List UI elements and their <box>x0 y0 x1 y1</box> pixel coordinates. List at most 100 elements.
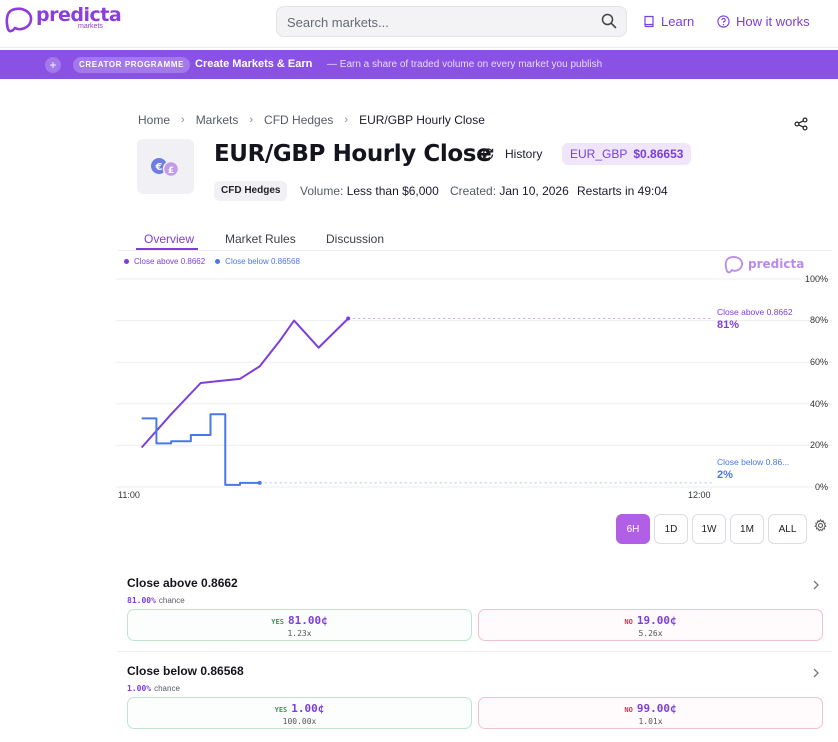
created-label: Created: <box>450 184 497 198</box>
chevron-right-icon: › <box>344 114 349 126</box>
brand-sub: markets <box>78 23 103 30</box>
svg-text:€: € <box>155 162 163 173</box>
chance-word: chance <box>158 596 185 605</box>
search-box[interactable] <box>276 6 627 37</box>
plus-icon: + <box>45 57 61 73</box>
breadcrumb-category[interactable]: CFD Hedges <box>264 113 333 127</box>
y-tick-label: 100% <box>804 274 828 284</box>
yes-multiplier: 100.00x <box>282 717 317 726</box>
y-tick-label: 0% <box>814 482 828 492</box>
volume-label: Volume: <box>300 184 344 198</box>
share-button[interactable] <box>794 117 808 136</box>
category-tag[interactable]: CFD Hedges <box>214 181 288 201</box>
market-avatar: € £ <box>137 139 194 194</box>
breadcrumb-current: EUR/GBP Hourly Close <box>359 113 485 127</box>
range-all-button[interactable]: ALL <box>768 514 807 544</box>
chevron-right-icon[interactable] <box>812 578 820 596</box>
no-label: NO <box>624 618 633 626</box>
series-line-above <box>140 317 349 449</box>
banner-pill: CREATOR PROGRAMME <box>73 57 191 73</box>
series-end-value-above: 81% <box>717 319 740 331</box>
how-it-works-link[interactable]: How it works <box>717 14 810 29</box>
outcome-divider <box>118 651 832 652</box>
range-1d-button[interactable]: 1D <box>654 514 688 544</box>
history-label: History <box>505 147 543 161</box>
watermark-word: predicta <box>748 257 805 271</box>
outcome-name: Close below 0.86568 <box>127 664 244 678</box>
no-multiplier: 5.26x <box>638 629 663 638</box>
time-range-selector: 6H 1D 1W 1M ALL <box>616 514 807 544</box>
ticker-price: $0.86653 <box>633 147 684 161</box>
range-6h-button[interactable]: 6H <box>616 514 650 544</box>
refresh-icon <box>482 148 494 160</box>
outcome-chance: 81.00% chance <box>127 596 185 605</box>
buy-no-button[interactable]: NO 19.00¢ 5.26x <box>478 609 823 641</box>
breadcrumb-home[interactable]: Home <box>138 113 170 127</box>
active-tab-indicator <box>136 248 198 250</box>
yes-multiplier: 1.23x <box>287 629 312 638</box>
buy-no-button[interactable]: NO 99.00¢ 1.01x <box>478 697 823 729</box>
search-input[interactable] <box>287 13 587 31</box>
series-end-point <box>346 316 351 321</box>
currency-icon: € £ <box>151 158 180 178</box>
created-value: Jan 10, 2026 <box>499 184 569 198</box>
x-tick-label: 11:00 <box>118 490 140 500</box>
breadcrumb-markets[interactable]: Markets <box>196 113 239 127</box>
y-tick-label: 20% <box>809 440 828 450</box>
outcome-chance: 1.00% chance <box>127 684 180 693</box>
no-price: 99.00¢ <box>636 702 677 715</box>
learn-link[interactable]: Learn <box>643 14 694 29</box>
gear-icon <box>814 518 827 532</box>
series-end-label-below: Close below 0.86... <box>717 457 790 467</box>
created-info: Created: Jan 10, 2026 <box>450 184 569 198</box>
no-multiplier: 1.01x <box>638 717 663 726</box>
ticker-symbol: EUR_GBP <box>570 147 628 161</box>
outcome-name: Close above 0.8662 <box>127 576 238 590</box>
range-1w-button[interactable]: 1W <box>692 514 726 544</box>
yes-label: YES <box>271 618 284 626</box>
chart-settings-button[interactable] <box>814 518 827 537</box>
banner-headline: Create Markets & Earn <box>195 58 313 70</box>
market-tabs: Overview Market Rules Discussion <box>118 229 832 251</box>
price-chart[interactable]: Close above 0.8662 Close below 0.86568 p… <box>116 252 832 508</box>
chance-word: chance <box>154 684 180 693</box>
y-tick-label: 80% <box>809 315 828 325</box>
search-icon[interactable] <box>601 13 617 34</box>
chance-percent: 1.00% <box>127 684 152 693</box>
chance-percent: 81.00% <box>127 596 156 605</box>
chevron-right-icon: › <box>181 114 185 126</box>
history-button[interactable]: History <box>481 147 542 161</box>
yes-price: 1.00¢ <box>291 702 325 715</box>
banner-subtext: — Earn a share of traded volume on every… <box>327 59 603 70</box>
range-1m-button[interactable]: 1M <box>730 514 764 544</box>
yes-label: YES <box>274 706 288 714</box>
book-icon <box>644 15 654 28</box>
no-price: 19.00¢ <box>636 614 677 627</box>
tab-overview[interactable]: Overview <box>144 232 194 246</box>
learn-label: Learn <box>661 14 695 29</box>
creator-programme-banner[interactable]: + CREATOR PROGRAMME Create Markets & Ear… <box>0 50 838 79</box>
series-line-below <box>141 413 260 486</box>
series-end-point <box>257 480 262 485</box>
page-title: EUR/GBP Hourly Close <box>214 141 492 167</box>
volume-value: Less than $6,000 <box>346 184 439 198</box>
tab-market-rules[interactable]: Market Rules <box>225 232 296 246</box>
breadcrumb: Home › Markets › CFD Hedges › EUR/GBP Ho… <box>138 113 485 127</box>
predicta-logo[interactable]: predicta markets <box>4 4 122 34</box>
restart-countdown: Restarts in 49:04 <box>577 184 668 198</box>
series-end-value-below: 2% <box>717 469 733 481</box>
x-tick-label: 12:00 <box>688 490 711 500</box>
buy-yes-button[interactable]: YES 1.00¢ 100.00x <box>127 697 472 729</box>
buy-yes-button[interactable]: YES 81.00¢ 1.23x <box>127 609 472 641</box>
share-icon <box>794 117 808 131</box>
svg-text:£: £ <box>168 166 174 176</box>
y-tick-label: 60% <box>809 357 828 367</box>
series-end-label-above: Close above 0.8662 <box>717 307 793 317</box>
how-it-works-label: How it works <box>736 14 810 29</box>
chevron-right-icon[interactable] <box>812 666 820 684</box>
tab-discussion[interactable]: Discussion <box>326 232 384 246</box>
question-circle-icon <box>717 15 730 28</box>
predicta-logo-icon <box>5 7 33 33</box>
top-navigation: predicta markets Learn How it works <box>0 0 838 48</box>
ticker-badge: EUR_GBP $0.86653 <box>562 143 692 165</box>
